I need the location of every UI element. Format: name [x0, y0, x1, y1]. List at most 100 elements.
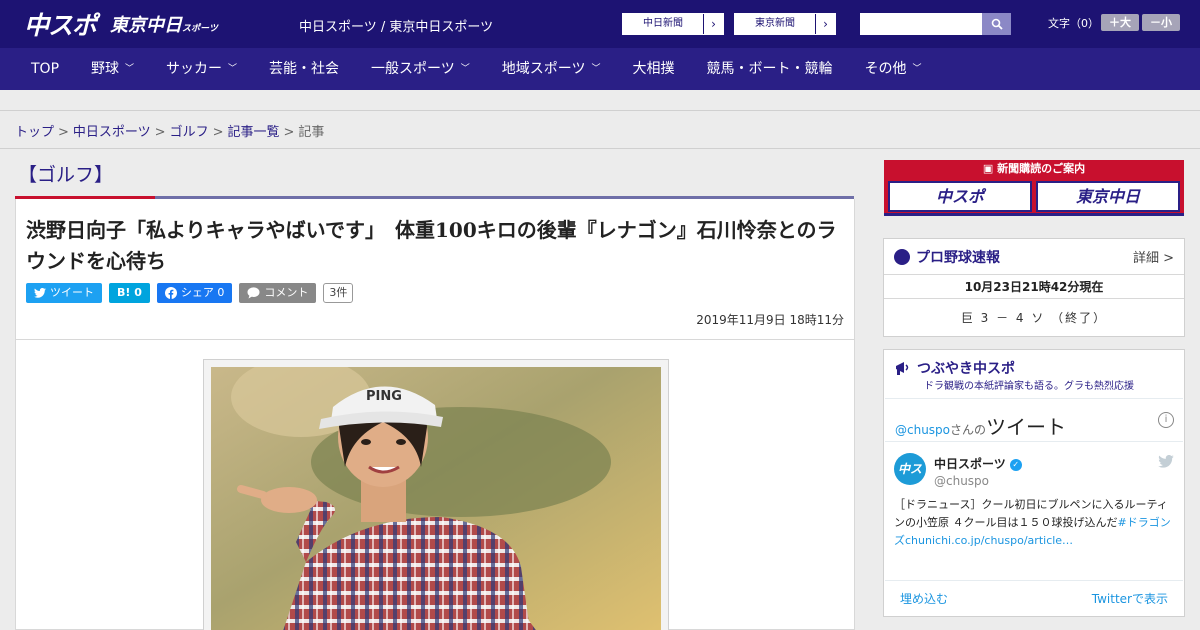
tweets-word: ツイート [986, 415, 1067, 439]
megaphone-icon [896, 362, 909, 375]
hatena-bookmark-button[interactable]: B! 0 [109, 283, 150, 303]
twitter-handle[interactable]: @chuspoさんのツイート [895, 411, 1066, 440]
author-name-text: 中日スポーツ [934, 457, 1006, 471]
nav-item-sumo[interactable]: 大相撲 [617, 48, 691, 90]
site-label[interactable]: 中日スポーツ / 東京中日スポーツ [299, 16, 493, 35]
nav-label: 大相撲 [632, 61, 675, 77]
breadcrumb-sep: > [283, 125, 295, 140]
article-photo[interactable]: PING [211, 367, 661, 630]
tweet-button[interactable]: ツイート [26, 283, 102, 303]
breadcrumb: トップ > 中日スポーツ > ゴルフ > 記事一覧 > 記事 [15, 121, 324, 140]
breadcrumb-link-list[interactable]: 記事一覧 [228, 125, 280, 140]
divider [0, 148, 1200, 149]
tsubuyaki-subtitle: ドラ観戦の本紙評論家も語る。グラも熱烈応援 [924, 381, 1134, 392]
embed-link[interactable]: 埋め込む [900, 590, 948, 607]
newspaper-icon: ▣ [982, 162, 998, 175]
chevron-down-icon: ﹀ [591, 64, 601, 74]
nav-item-racing[interactable]: 競馬・ボート・競輪 [691, 48, 849, 90]
tweet-text: ［ドラニュース］クール初日にブルペンに入るルーティンの小笠原 ４クール目は１５０… [894, 496, 1176, 550]
info-icon[interactable]: i [1158, 412, 1174, 428]
main-nav: TOP 野球 ﹀ サッカー ﹀ 芸能・社会 一般スポーツ ﹀ 地域スポーツ ﹀ 大相撲 … [0, 48, 1200, 90]
baseball-score[interactable]: 巨 3 － 4 ソ （終了） [884, 299, 1184, 337]
promo-heading-text: 新聞購読のご案内 [997, 162, 1086, 175]
breadcrumb-link-top[interactable]: トップ [15, 125, 54, 140]
baseball-detail-link[interactable]: 詳細 > [1133, 247, 1174, 266]
font-size-down-button[interactable]: －小 [1142, 14, 1180, 31]
twitter-timeline-panel: つぶやき中スポ ドラ観戦の本紙評論家も語る。グラも熱烈応援 @chuspoさんの… [883, 349, 1185, 617]
photo-frame: PING [203, 359, 669, 630]
twitter-widget-footer: 埋め込む Twitterで表示 [885, 580, 1183, 617]
top-header: 中スポ 東京中日スポーツ 中日スポーツ / 東京中日スポーツ 中日新聞 › 東京… [0, 0, 1200, 48]
font-size-up-button[interactable]: ＋大 [1101, 14, 1139, 31]
nav-label: その他 [864, 61, 907, 77]
article-title: 渋野日向子「私よりキャラやばいです」 体重100キロの後輩『レナゴン』石川怜奈と… [26, 218, 837, 273]
tokyo-shimbun-label: 東京新聞 [755, 18, 795, 29]
nav-label: TOP [31, 61, 60, 77]
baseball-timestamp: 10月23日21時42分現在 [884, 275, 1184, 299]
speech-bubble-icon [247, 287, 260, 299]
tweet-screen-name[interactable]: @chuspo [934, 474, 989, 488]
tweet-author-name[interactable]: 中日スポーツ ✓ [934, 455, 1022, 472]
nav-label: 地域スポーツ [501, 61, 586, 77]
facebook-label: シェア 0 [180, 286, 225, 299]
avatar[interactable]: 中スポ [894, 453, 926, 508]
breadcrumb-link-chuspo[interactable]: 中日スポーツ [73, 125, 151, 140]
nav-item-local-sports[interactable]: 地域スポーツ ﹀ [486, 48, 617, 90]
promo-bottom-bar [884, 213, 1184, 216]
nav-item-other[interactable]: その他 ﹀ [849, 48, 938, 90]
chunichi-shimbun-link[interactable]: 中日新聞 › [622, 13, 724, 35]
breadcrumb-sep: > [212, 125, 224, 140]
breadcrumb-sep: > [58, 125, 69, 140]
nav-item-baseball[interactable]: 野球 ﹀ [75, 48, 150, 90]
nav-label: サッカー [166, 61, 223, 77]
facebook-share-button[interactable]: シェア 0 [156, 283, 233, 303]
promo-logos: 中スポ 東京中日 [888, 181, 1180, 212]
tokyo-chunichi-logo-small: スポーツ [182, 24, 218, 34]
view-on-twitter-link[interactable]: Twitterで表示 [1092, 590, 1168, 607]
search-button[interactable] [982, 13, 1011, 35]
tsubuyaki-title-text: つぶやき中スポ [917, 361, 1015, 377]
tokyo-chunichi-logo-text: 東京中日 [110, 15, 182, 36]
chevron-right-icon: › [815, 14, 835, 34]
verified-badge-icon: ✓ [1009, 458, 1022, 471]
golfer-photo-illustration: PING [211, 367, 661, 630]
tweet-label: ツイート [50, 286, 94, 299]
category-heading: 【ゴルフ】 [18, 164, 114, 186]
nav-label: 競馬・ボート・競輪 [706, 61, 833, 77]
chevron-down-icon: ﹀ [125, 64, 135, 74]
twitter-widget-header: @chuspoさんのツイート i [885, 398, 1183, 442]
nav-item-top[interactable]: TOP [0, 48, 75, 90]
font-size-label: 文字（0） [1048, 17, 1099, 30]
tokyo-shimbun-link[interactable]: 東京新聞 › [734, 13, 836, 35]
facebook-icon [164, 287, 177, 299]
twitter-bird-icon[interactable] [1158, 454, 1174, 472]
chevron-down-icon: ﹀ [460, 64, 470, 74]
subscription-promo[interactable]: ▣ 新聞購読のご案内 中スポ 東京中日 [884, 160, 1184, 216]
handle-text: @chuspo [895, 423, 951, 437]
chuspo-promo-logo[interactable]: 中スポ [888, 181, 1032, 212]
comment-button[interactable]: コメント [239, 283, 317, 303]
breadcrumb-sep: > [154, 125, 166, 140]
handle-suffix: さんの [950, 423, 987, 437]
share-buttons: ツイート B! 0 シェア 0 コメント 3件 [26, 283, 354, 303]
nav-item-soccer[interactable]: サッカー ﹀ [150, 48, 253, 90]
tokyo-chunichi-logo[interactable]: 東京中日スポーツ [110, 11, 218, 37]
search-icon [991, 18, 1003, 30]
article-body: PING [15, 340, 855, 630]
nav-item-general-sports[interactable]: 一般スポーツ ﹀ [355, 48, 486, 90]
chuspo-logo[interactable]: 中スポ [24, 6, 97, 42]
article-header: 渋野日向子「私よりキャラやばいです」 体重100キロの後輩『レナゴン』石川怜奈と… [15, 199, 855, 340]
nav-label: 芸能・社会 [269, 61, 340, 77]
nav-item-entertainment[interactable]: 芸能・社会 [253, 48, 355, 90]
comment-count[interactable]: 3件 [323, 283, 354, 303]
promo-heading: ▣ 新聞購読のご案内 [884, 160, 1184, 178]
breadcrumb-current: 記事 [298, 125, 325, 140]
chevron-down-icon: ﹀ [912, 64, 922, 74]
breadcrumb-link-golf[interactable]: ゴルフ [170, 125, 209, 140]
chunichi-shimbun-label: 中日新聞 [643, 18, 683, 29]
baseball-title: プロ野球速報 [916, 249, 1000, 266]
chevron-down-icon: ﹀ [228, 64, 238, 74]
tokyo-chunichi-promo-logo[interactable]: 東京中日 [1036, 181, 1180, 212]
search-input[interactable] [860, 13, 982, 35]
ad-strip [0, 90, 1200, 111]
